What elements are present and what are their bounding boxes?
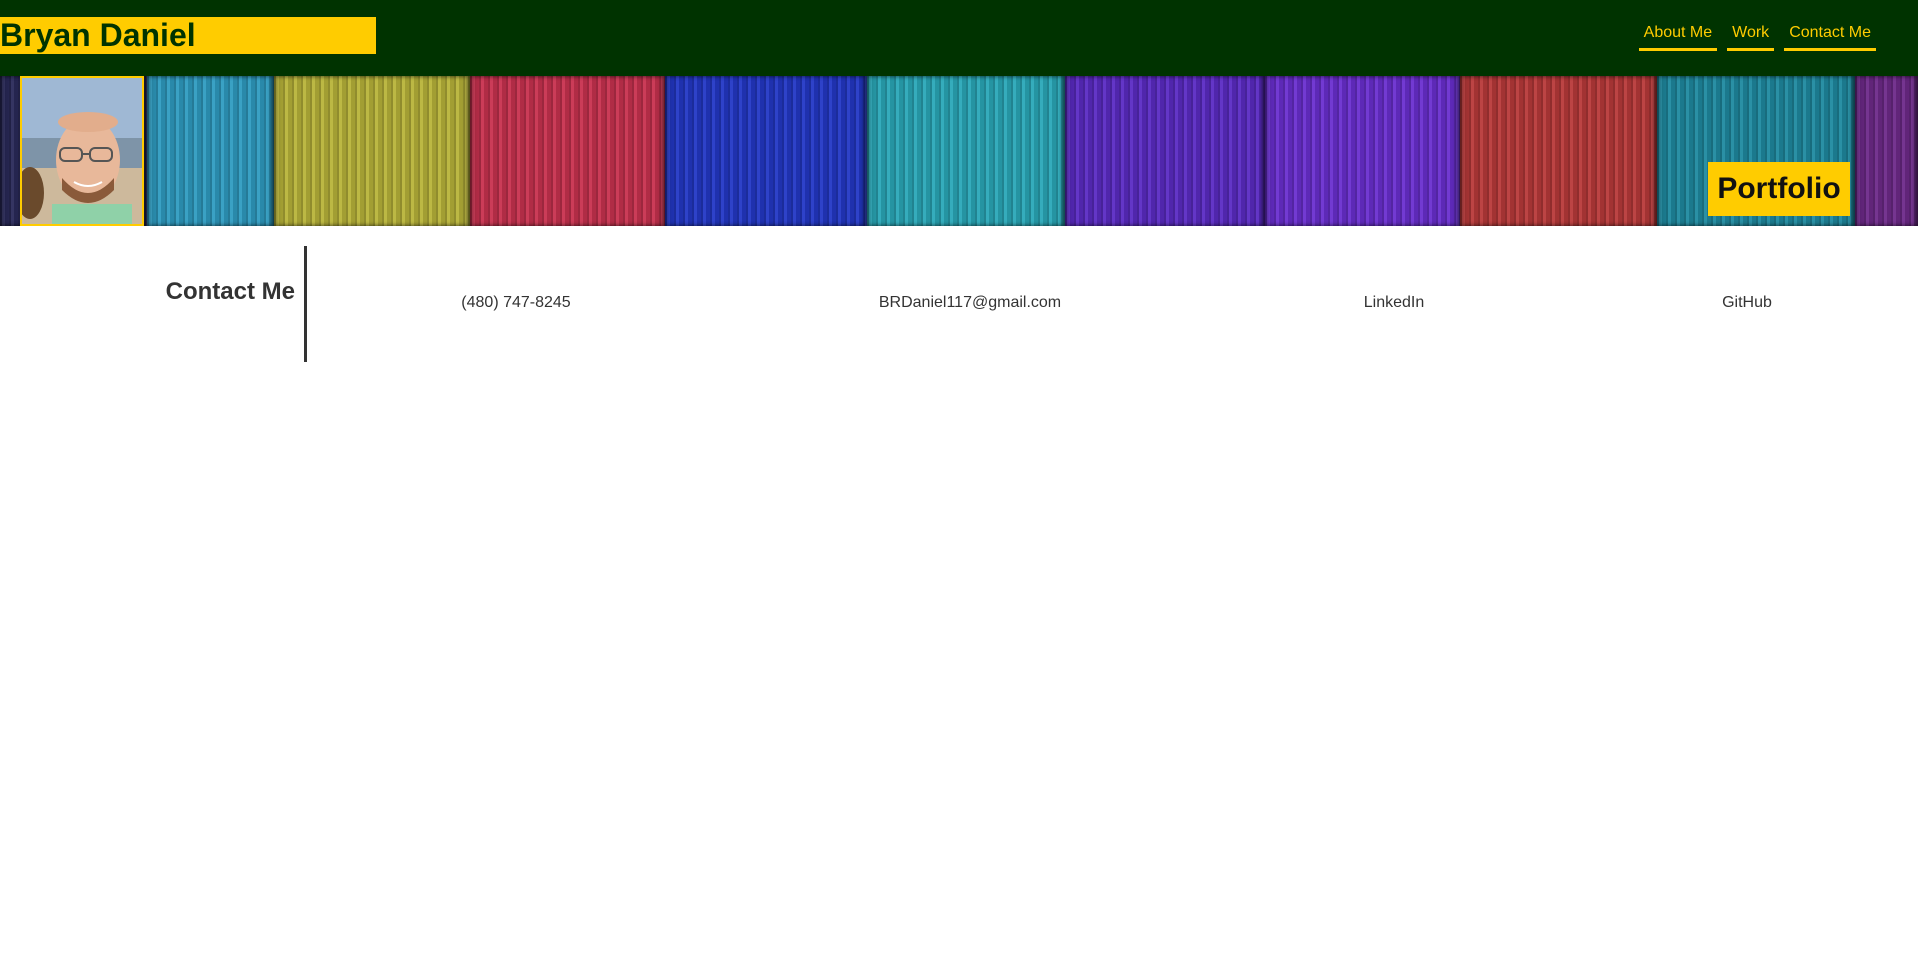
contact-phone-link[interactable]: (480) 747-8245	[461, 294, 570, 312]
banner-plank	[147, 76, 274, 226]
banner-plank	[867, 76, 1065, 226]
avatar	[20, 76, 144, 226]
main-nav: About Me Work Contact Me	[1638, 22, 1876, 51]
banner-plank	[470, 76, 665, 226]
site-name: Bryan Daniel	[0, 17, 376, 54]
banner-plank	[1265, 76, 1460, 226]
contact-linkedin-link[interactable]: LinkedIn	[1364, 294, 1425, 312]
nav-about-me[interactable]: About Me	[1638, 22, 1718, 51]
site-header: Bryan Daniel About Me Work Contact Me	[0, 0, 1918, 76]
banner-plank	[1460, 76, 1657, 226]
contact-email-link[interactable]: BRDaniel117@gmail.com	[879, 294, 1061, 312]
nav-contact-me[interactable]: Contact Me	[1784, 22, 1876, 51]
contact-heading: Contact Me	[165, 278, 295, 305]
hero-banner	[0, 76, 1918, 226]
contact-section: Contact Me (480) 747-8245 BRDaniel117@gm…	[0, 246, 1918, 362]
nav-work[interactable]: Work	[1727, 22, 1775, 51]
contact-github-link[interactable]: GitHub	[1722, 294, 1772, 312]
portfolio-badge: Portfolio	[1708, 162, 1850, 216]
banner-plank	[665, 76, 867, 226]
banner-plank	[274, 76, 470, 226]
banner-plank	[1065, 76, 1265, 226]
banner-plank	[1855, 76, 1918, 226]
contact-divider	[304, 246, 307, 362]
